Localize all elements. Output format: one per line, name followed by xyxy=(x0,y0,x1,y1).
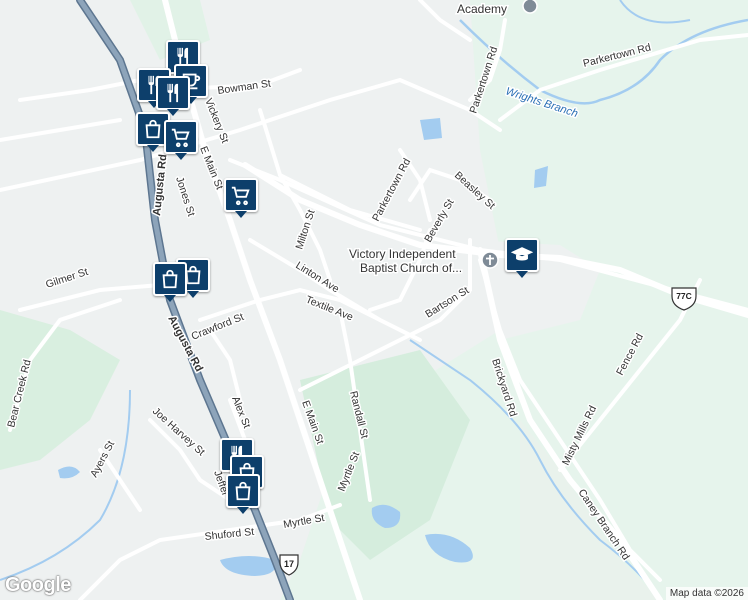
poi-label-academy: Academy xyxy=(457,2,507,16)
school-marker[interactable] xyxy=(505,238,539,278)
shopping-bag-icon xyxy=(162,269,178,289)
grocery-marker[interactable] xyxy=(224,178,258,218)
poi-academy-icon xyxy=(522,0,538,14)
poi-label-church-line2: Baptist Church of... xyxy=(360,261,462,275)
shopping-cart-icon xyxy=(231,186,250,206)
map-attribution[interactable]: Map data ©2026 xyxy=(665,587,748,600)
restaurant-marker[interactable] xyxy=(156,76,190,116)
shopping-marker[interactable] xyxy=(226,474,260,514)
graduation-cap-icon xyxy=(511,247,533,261)
shopping-marker[interactable] xyxy=(153,262,187,302)
map-canvas[interactable]: 77C 17 Bowman St Vickery St E Main St Au… xyxy=(0,0,748,600)
shopping-bag-icon xyxy=(235,481,251,501)
svg-text:77C: 77C xyxy=(676,291,692,301)
restaurant-icon xyxy=(167,83,179,103)
grocery-marker[interactable] xyxy=(164,120,198,160)
google-logo[interactable]: Google xyxy=(5,574,71,597)
poi-label-church-line1: Victory Independent xyxy=(349,247,456,261)
shopping-bag-icon xyxy=(145,119,161,139)
shopping-cart-icon xyxy=(171,128,190,148)
svg-text:17: 17 xyxy=(284,559,294,569)
